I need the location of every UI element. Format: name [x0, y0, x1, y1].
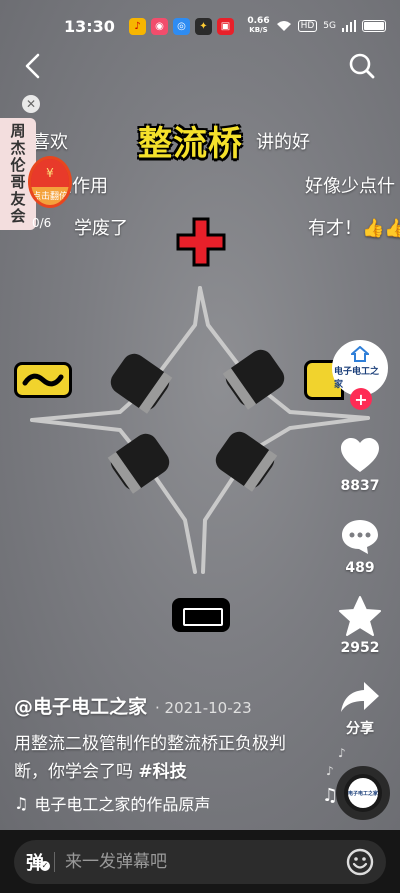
battery-icon — [362, 20, 386, 32]
hashtag-link[interactable]: #科技 — [138, 762, 186, 782]
danmaku-comment: 有才！👍👍 — [308, 218, 400, 239]
comment-button[interactable]: 489 — [320, 518, 400, 576]
network-speed: 0.66 KB/S — [247, 16, 270, 35]
search-icon[interactable] — [348, 52, 376, 80]
danmaku-comment: 好像少点什 — [305, 176, 395, 197]
follow-button[interactable]: + — [350, 388, 372, 410]
signal-label: 5G — [323, 21, 336, 31]
red-packet-icon: ¥ — [31, 159, 69, 187]
positive-terminal-icon — [176, 217, 226, 267]
status-bar: 13:30 ♪ ◉ ◎ ✦ ▣ 0.66 KB/S HD 5G — [0, 0, 400, 52]
video-title-overlay: 整流桥 — [138, 124, 243, 164]
music-title: 电子电工之家的作品原声 — [34, 795, 210, 814]
like-count: 8837 — [340, 478, 380, 494]
wifi-icon — [276, 21, 291, 31]
danmaku-input[interactable] — [65, 852, 346, 872]
svg-text:♪: ♪ — [338, 746, 346, 760]
avatar-name: 电子电工之家 — [334, 367, 380, 390]
comment-count: 489 — [345, 560, 375, 576]
author-handle[interactable]: @电子电工之家 — [14, 692, 147, 719]
app-notification-icon: ◉ — [150, 17, 168, 35]
comment-icon — [342, 520, 378, 554]
like-button[interactable]: 8837 — [320, 438, 400, 494]
share-icon — [341, 682, 379, 712]
app-notification-icon: ♪ — [128, 17, 146, 35]
post-date: · 2021-10-23 — [155, 699, 252, 717]
music-disc-button[interactable]: 电子电工之家 — [336, 766, 390, 820]
red-packet-button[interactable]: ¥ 点击翻倍 — [28, 156, 72, 208]
check-icon: ✓ — [40, 861, 50, 871]
app-notification-icon: ◎ — [172, 17, 190, 35]
house-logo-icon — [351, 346, 369, 362]
share-label: 分享 — [346, 721, 374, 737]
app-notification-icon: ▣ — [216, 17, 234, 35]
svg-text:♪: ♪ — [326, 764, 334, 778]
negative-terminal-icon — [172, 598, 230, 632]
danmaku-comment: 喜欢 — [32, 132, 68, 153]
divider — [54, 852, 55, 872]
danmaku-comment: 讲的好 — [256, 132, 310, 153]
back-icon[interactable] — [22, 52, 44, 80]
post-description: 用整流二极管制作的整流桥正负极判断，你学会了吗 #科技 — [14, 730, 304, 786]
danmaku-input-bar: 弹 ✓ — [14, 840, 386, 884]
status-time: 13:30 — [64, 16, 115, 36]
music-disc-avatar: 电子电工之家 — [348, 778, 378, 808]
danmaku-comment: 学废了 — [74, 218, 128, 239]
music-note-icon: ♫ — [14, 793, 29, 813]
red-packet-count: 0/6 — [32, 216, 52, 230]
share-button[interactable]: 分享 — [320, 680, 400, 738]
music-info[interactable]: ♫ 电子电工之家的作品原声 — [14, 791, 210, 815]
favorite-count: 2952 — [340, 640, 380, 656]
hd-badge: HD — [297, 20, 318, 32]
star-icon — [339, 596, 381, 636]
app-notification-icon: ✦ — [194, 17, 212, 35]
emoji-icon[interactable] — [346, 848, 374, 876]
heart-icon — [341, 438, 379, 472]
danmaku-toggle[interactable]: 弹 ✓ — [26, 849, 50, 875]
close-icon[interactable]: ✕ — [22, 95, 40, 113]
ac-terminal-icon — [14, 362, 72, 398]
favorite-button[interactable]: 2952 — [320, 596, 400, 656]
signal-icon — [342, 20, 356, 32]
bottom-bar: 弹 ✓ — [0, 830, 400, 893]
